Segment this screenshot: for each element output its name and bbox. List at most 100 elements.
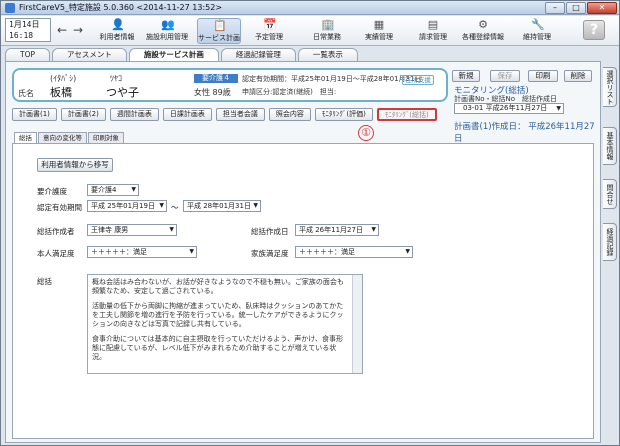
subtab-inquiry[interactable]: 照会内容 xyxy=(268,108,311,121)
callout-marker: ① xyxy=(358,125,374,141)
subtab-daily-plan[interactable]: 日課計画表 xyxy=(162,108,212,121)
main-panel: (ｲﾀﾊﾞｼ) ﾂﾔｺ 氏名 板橋 つや子 要介護４ 女性 89歳 認定有効期間… xyxy=(5,61,601,443)
family-satisfaction-value: ＋＋＋＋＋：満足 xyxy=(299,248,355,256)
family-satisfaction-label: 家族満足度 xyxy=(251,249,289,258)
subtab-plan-2[interactable]: 計画書(2) xyxy=(60,108,106,121)
chart-icon: ▦ xyxy=(373,18,385,31)
kana-first: ﾂﾔｺ xyxy=(110,74,122,83)
author-select[interactable]: 王律寺 康男 ▼ xyxy=(87,224,177,236)
people-icon: 👥 xyxy=(161,18,175,31)
date-display: 1月14日 16:18 xyxy=(5,18,51,42)
help-button[interactable]: ? xyxy=(583,20,605,40)
sidetab-inquiry[interactable]: 問合せ xyxy=(603,179,617,209)
family-satisfaction-select[interactable]: ＋＋＋＋＋：満足 ▼ xyxy=(295,246,413,258)
forward-arrow-icon[interactable]: → xyxy=(73,23,83,37)
tool-results[interactable]: ▦ 実績管理 xyxy=(357,18,401,44)
tool-schedule[interactable]: 📅 予定管理 xyxy=(247,18,291,44)
chevron-down-icon: ▼ xyxy=(189,248,194,255)
tool-maintenance[interactable]: 🔧 維持管理 xyxy=(515,18,559,44)
copy-from-resident-button[interactable]: 利用者情報から移写 xyxy=(37,158,113,172)
chevron-down-icon: ▼ xyxy=(159,202,164,209)
app-icon xyxy=(5,3,15,13)
app-window: FirstCareV5_特定施設 5.0.360 <2014-11-27 13:… xyxy=(0,0,620,446)
window-controls: – □ ✕ xyxy=(545,2,617,14)
tab-list-view[interactable]: 一覧表示 xyxy=(297,48,358,61)
tool-billing[interactable]: ▤ 請求管理 xyxy=(411,18,455,44)
date-text: 1月14日 xyxy=(9,20,40,29)
print-button[interactable]: 印刷 xyxy=(528,70,558,82)
tool-label: 利用者情報 xyxy=(99,33,135,41)
tool-resident-info[interactable]: 👤 利用者情報 xyxy=(95,18,139,44)
gear-icon: ⚙ xyxy=(478,18,488,31)
tab-top[interactable]: TOP xyxy=(5,48,51,61)
care-level-label: 要介護度 xyxy=(37,187,67,196)
ctab-summary[interactable]: 総括 xyxy=(14,132,37,143)
care-level-select[interactable]: 要介護4 ▼ xyxy=(87,184,139,196)
summary-paragraph: 食事介助については基本的に自主摂取を行っていただけるよう、声かけ、食事形態に配慮… xyxy=(92,335,343,361)
minimize-icon[interactable]: – xyxy=(545,2,565,14)
tool-service-plan[interactable]: 📋 サービス計画 xyxy=(197,18,241,44)
tool-label: 維持管理 xyxy=(523,33,551,41)
tool-registration[interactable]: ⚙ 各種登録情報 xyxy=(461,18,505,44)
save-button[interactable]: 保存 xyxy=(490,70,520,82)
tab-progress-records[interactable]: 経過記録管理 xyxy=(220,48,296,61)
first-name: つや子 xyxy=(106,86,139,99)
tool-label: 請求管理 xyxy=(419,33,447,41)
period-to-select[interactable]: 平成 28年01月31日 ▼ xyxy=(183,200,261,212)
sidetab-progress-records[interactable]: 経過記録 xyxy=(603,223,617,261)
resident-header: (ｲﾀﾊﾞｼ) ﾂﾔｺ 氏名 板橋 つや子 要介護４ 女性 89歳 認定有効期間… xyxy=(12,68,448,102)
sidetab-basic-info[interactable]: 基本情報 xyxy=(603,127,617,165)
window-title: FirstCareV5_特定施設 5.0.360 <2014-11-27 13:… xyxy=(19,3,223,12)
plan-select[interactable]: 03-01 平成26年11月27日 ▼ xyxy=(454,103,564,114)
content-tabs: 総括 意向の変化等 印刷対象 xyxy=(14,132,124,143)
plan-subtabs: 計画書(1) 計画書(2) 週間計画表 日課計画表 担当者会議 照会内容 ﾓﾆﾀ… xyxy=(12,108,437,121)
period-from-select[interactable]: 平成 25年01月19日 ▼ xyxy=(87,200,167,212)
sidetab-select-list[interactable]: 選択リスト xyxy=(603,67,617,107)
subtab-monitoring-eval[interactable]: ﾓﾆﾀﾘﾝｸﾞ(評価) xyxy=(314,108,373,121)
chevron-down-icon: ▼ xyxy=(371,226,376,233)
created-date-value: 平成 26年11月27日 xyxy=(299,226,363,234)
period-separator: 〜 xyxy=(171,203,179,212)
chevron-down-icon: ▼ xyxy=(253,202,258,209)
back-arrow-icon[interactable]: ← xyxy=(57,23,67,37)
gender-age: 女性 89歳 xyxy=(194,88,231,97)
self-satisfaction-select[interactable]: ＋＋＋＋＋：満足 ▼ xyxy=(87,246,197,258)
tool-label: 施設利用管理 xyxy=(146,33,188,41)
calculator-icon: ▤ xyxy=(427,18,439,31)
new-button[interactable]: 新規 xyxy=(452,70,480,82)
summary-textarea[interactable]: 概ね会話はみ合わないが、お話が好きなようなので不穏も無い。ご家族の面会も頻繁なた… xyxy=(87,274,363,374)
plan-select-value: 03-01 平成26年11月27日 xyxy=(463,104,548,112)
delete-button[interactable]: 削除 xyxy=(564,70,592,82)
main-toolbar: 1月14日 16:18 ← → 👤 利用者情報 👥 施設利用管理 📋 サービス計画 📅… xyxy=(1,16,619,46)
maximize-icon[interactable]: □ xyxy=(566,2,586,14)
calendar-icon: 📅 xyxy=(263,18,277,31)
tab-assessment[interactable]: アセスメント xyxy=(52,48,127,61)
tool-label: 予定管理 xyxy=(255,33,283,41)
tab-facility-service-plan[interactable]: 施設サービス計画 xyxy=(128,48,219,61)
name-label: 氏名 xyxy=(18,89,34,98)
created-date-select[interactable]: 平成 26年11月27日 ▼ xyxy=(295,224,379,236)
building-icon: 🏢 xyxy=(321,18,335,31)
ctab-intent-change[interactable]: 意向の変化等 xyxy=(38,132,87,143)
care-level-badge: 要介護４ xyxy=(194,74,238,83)
time-text: 16:18 xyxy=(9,31,34,40)
self-satisfaction-label: 本人満足度 xyxy=(37,249,75,258)
chevron-down-icon: ▼ xyxy=(556,105,561,112)
period-label: 認定有効期間 xyxy=(37,203,82,212)
subtab-plan-1[interactable]: 計画書(1) xyxy=(12,108,57,121)
summary-label: 総括 xyxy=(37,277,52,286)
close-icon[interactable]: ✕ xyxy=(587,2,617,14)
period-to-value: 平成 28年01月31日 xyxy=(187,202,251,210)
chevron-down-icon: ▼ xyxy=(131,186,136,193)
tool-daily-work[interactable]: 🏢 日常業務 xyxy=(305,18,349,44)
certification-period: 認定有効期間：平成25年01月19日〜平成28年01月31日 xyxy=(242,75,422,83)
subtab-monitoring-summary[interactable]: ﾓﾆﾀﾘﾝｸﾞ(総括) xyxy=(376,108,437,121)
subtab-weekly-plan[interactable]: 週間計画表 xyxy=(109,108,159,121)
tool-facility-use[interactable]: 👥 施設利用管理 xyxy=(145,18,189,44)
main-tabs: TOP アセスメント 施設サービス計画 経過記録管理 一覧表示 xyxy=(5,48,358,61)
subtab-staff-meeting[interactable]: 担当者会議 xyxy=(215,108,265,121)
ctab-print-target[interactable]: 印刷対象 xyxy=(88,132,124,143)
wrench-icon: 🔧 xyxy=(531,18,545,31)
care-level-value: 要介護4 xyxy=(91,186,117,194)
summary-scrollbar[interactable] xyxy=(352,275,362,373)
